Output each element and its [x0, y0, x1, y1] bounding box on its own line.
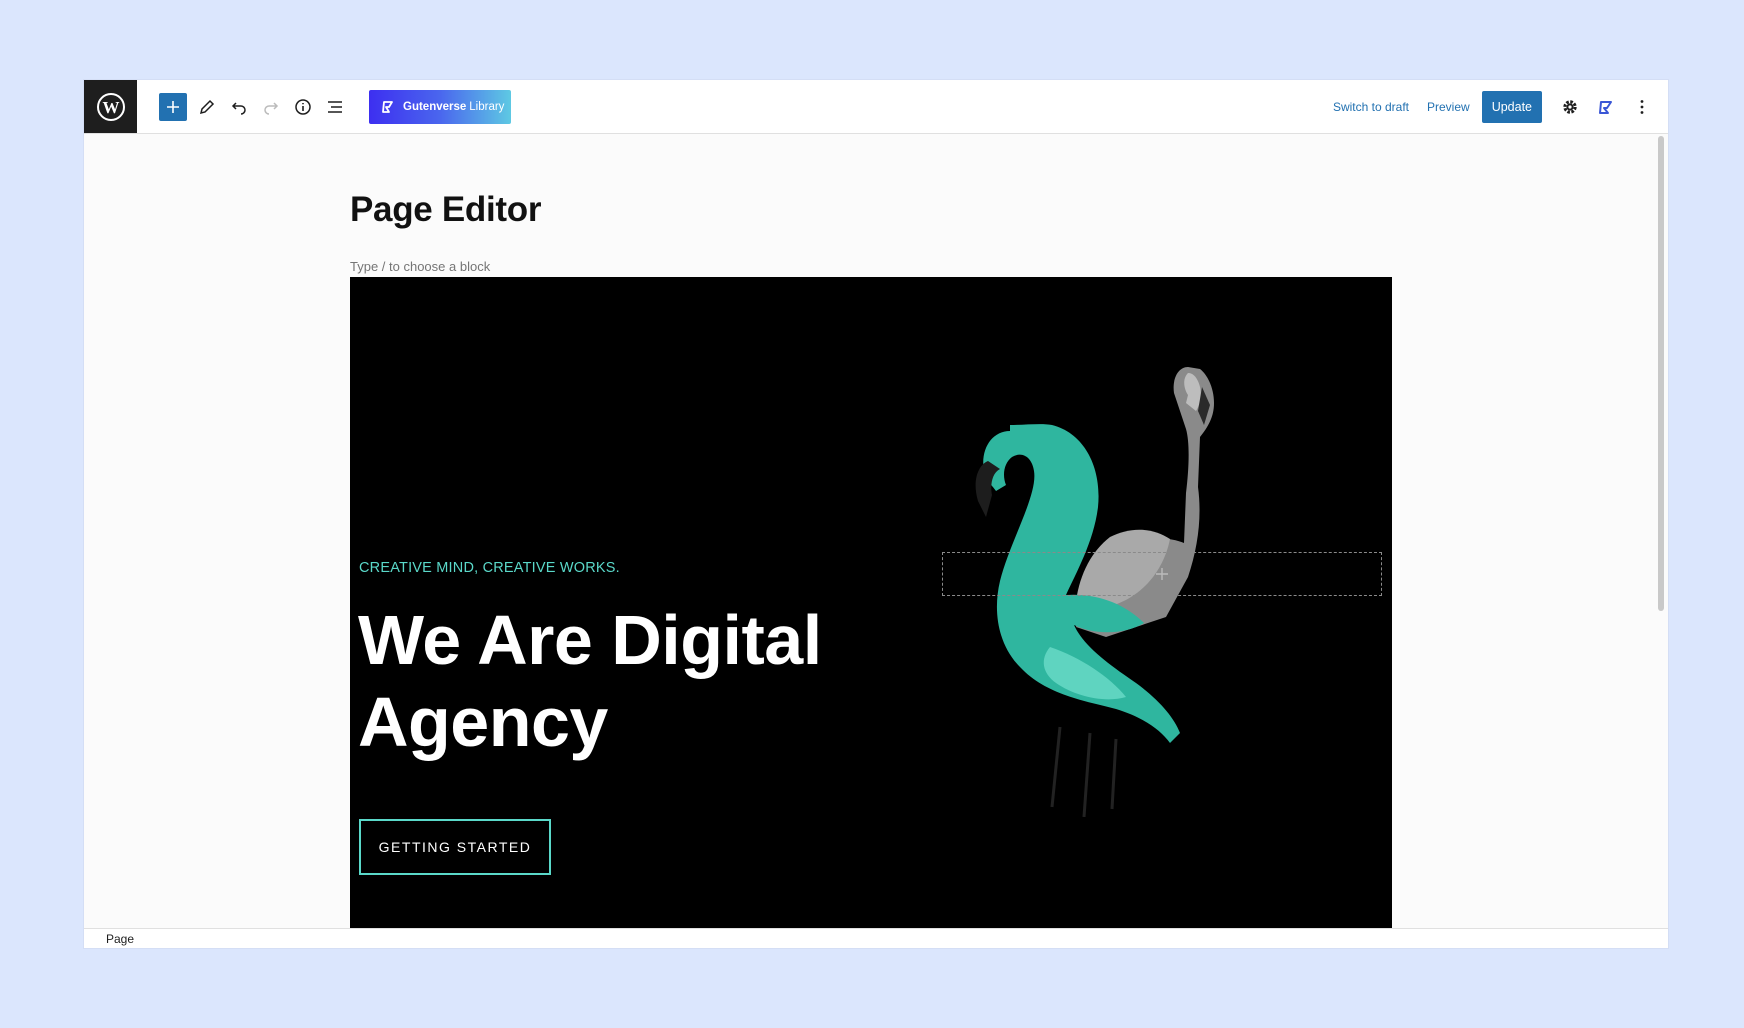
- kebab-menu-icon: [1640, 99, 1644, 114]
- switch-to-draft-button[interactable]: Switch to draft: [1333, 100, 1409, 114]
- library-label-bold: Gutenverse: [403, 100, 467, 113]
- add-block-button[interactable]: [159, 92, 187, 121]
- block-drop-zone[interactable]: [942, 552, 1382, 596]
- breadcrumb-page[interactable]: Page: [106, 932, 134, 946]
- wordpress-logo[interactable]: W: [84, 80, 137, 133]
- gutenverse-logo-icon: [1599, 100, 1612, 114]
- undo-button[interactable]: [227, 95, 251, 119]
- hero-section[interactable]: CREATIVE MIND, CREATIVE WORKS. We Are Di…: [350, 277, 1392, 928]
- update-button[interactable]: Update: [1481, 90, 1542, 123]
- redo-icon: [264, 101, 279, 115]
- hero-heading[interactable]: We Are Digital Agency: [358, 599, 878, 763]
- options-button[interactable]: [1630, 95, 1654, 119]
- getting-started-button[interactable]: GETTING STARTED: [359, 819, 551, 875]
- details-button[interactable]: [291, 95, 315, 119]
- canvas-scrollbar[interactable]: [1658, 136, 1664, 611]
- hero-subtitle[interactable]: CREATIVE MIND, CREATIVE WORKS.: [359, 560, 620, 576]
- settings-button[interactable]: [1558, 95, 1582, 119]
- gutenverse-panel-button[interactable]: [1594, 95, 1618, 119]
- toolbar-left: Gutenverse Library: [159, 89, 511, 124]
- page-title[interactable]: Page Editor: [350, 190, 541, 230]
- preview-button[interactable]: Preview: [1427, 100, 1470, 114]
- wordpress-icon: W: [96, 92, 125, 121]
- gutenverse-library-button[interactable]: Gutenverse Library: [369, 89, 511, 124]
- toolbar-right: Switch to draft Preview Update: [1315, 90, 1668, 123]
- plus-icon: [167, 100, 179, 113]
- svg-text:W: W: [102, 98, 119, 117]
- undo-icon: [231, 101, 246, 115]
- info-icon: [295, 98, 311, 115]
- editor-window: W Gutenverse Library Switch to draft Pre…: [84, 80, 1668, 948]
- plus-icon: [1156, 568, 1168, 580]
- list-view-button[interactable]: [323, 95, 347, 119]
- gear-icon: [1563, 99, 1577, 114]
- library-label-light: Library: [469, 100, 505, 113]
- status-footer: Page: [84, 928, 1668, 948]
- tools-button[interactable]: [195, 95, 219, 119]
- pencil-icon: [199, 99, 215, 114]
- block-placeholder[interactable]: Type / to choose a block: [350, 259, 490, 274]
- editor-canvas[interactable]: Page Editor Type / to choose a block CRE…: [84, 134, 1668, 928]
- list-view-icon: [328, 100, 342, 113]
- top-toolbar: W Gutenverse Library Switch to draft Pre…: [84, 80, 1668, 134]
- gutenverse-icon: [382, 100, 393, 113]
- redo-button[interactable]: [259, 95, 283, 119]
